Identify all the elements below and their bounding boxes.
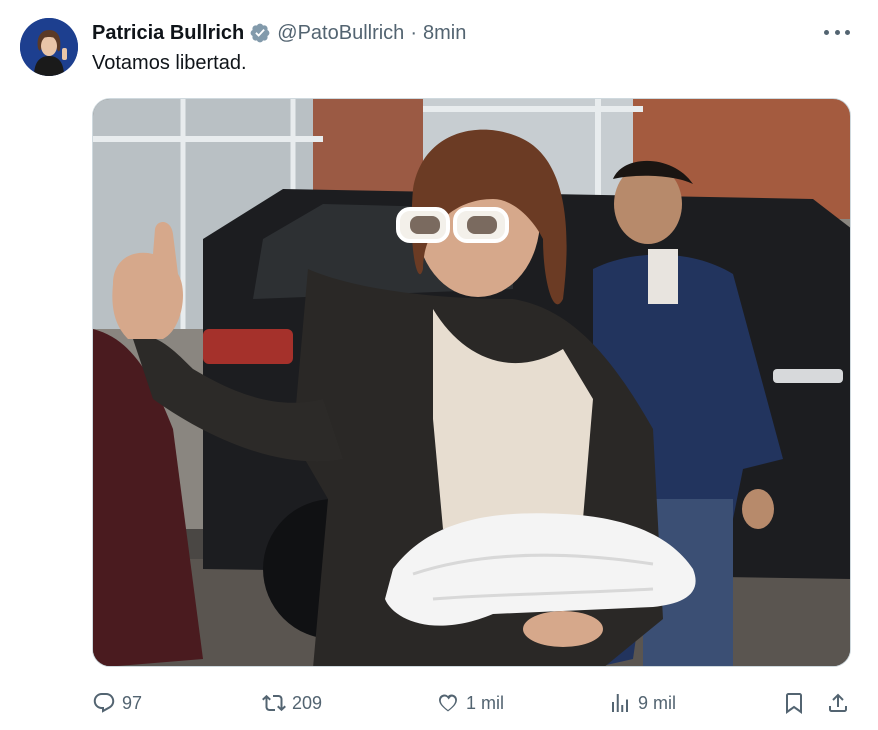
reply-button[interactable]: 97 <box>92 688 142 718</box>
bookmark-icon <box>786 693 802 714</box>
like-button[interactable]: 1 mil <box>436 688 504 718</box>
author-handle[interactable]: @PatoBullrich <box>277 22 404 45</box>
tweet-timestamp[interactable]: 8min <box>423 22 466 45</box>
tweet: Patricia Bullrich @PatoBullrich · 8min V… <box>0 0 878 730</box>
tweet-photo[interactable] <box>92 98 851 667</box>
more-options-icon[interactable] <box>824 22 850 42</box>
more-dot <box>834 29 840 35</box>
analytics-icon <box>612 694 628 712</box>
more-dot <box>845 29 850 35</box>
verified-badge-icon[interactable] <box>249 22 271 44</box>
action-bar: 97 209 1 mil 9 mil <box>92 688 862 718</box>
retweet-icon <box>262 694 286 712</box>
photo-image <box>93 99 850 666</box>
tweet-text: Votamos libertad. <box>92 52 247 74</box>
heart-icon <box>439 694 457 712</box>
avatar-image <box>20 18 78 76</box>
reply-count: 97 <box>122 692 143 713</box>
author-name[interactable]: Patricia Bullrich <box>92 22 244 45</box>
share-button[interactable] <box>826 688 850 718</box>
share-icon <box>829 693 847 712</box>
tweet-header: Patricia Bullrich @PatoBullrich · 8min <box>92 20 466 46</box>
avatar[interactable] <box>20 18 78 76</box>
retweet-button[interactable]: 209 <box>262 688 322 718</box>
like-count: 1 mil <box>466 692 505 713</box>
views-button[interactable]: 9 mil <box>608 688 676 718</box>
more-dot <box>824 29 829 35</box>
separator-dot: · <box>410 21 417 44</box>
bookmark-button[interactable] <box>782 688 806 718</box>
views-count: 9 mil <box>638 692 677 713</box>
retweet-count: 209 <box>292 692 323 713</box>
reply-icon <box>93 693 115 713</box>
